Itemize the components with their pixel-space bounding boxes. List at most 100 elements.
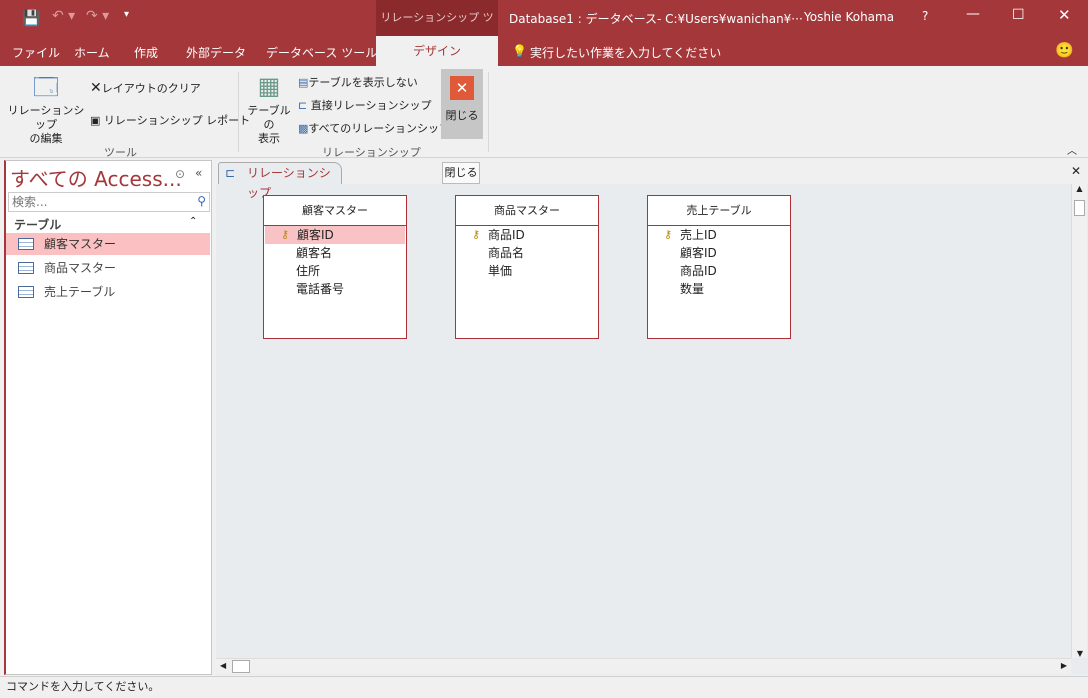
horizontal-scrollbar[interactable]: ◀ ▶	[216, 658, 1071, 674]
divider	[488, 72, 489, 152]
search-input[interactable]	[9, 193, 185, 211]
hide-table-label: テーブルを表示しない	[308, 76, 418, 89]
divider	[238, 72, 239, 152]
field-name: 商品ID	[488, 228, 525, 242]
field-row[interactable]: 商品名	[456, 244, 598, 262]
navigation-pane: すべての Access... ⊙ « ⚲ テーブル ⌃ 顧客マスター 商品マスタ…	[4, 160, 212, 675]
tab-design[interactable]: デザイン	[376, 36, 498, 66]
smiley-icon[interactable]: 🙂	[1055, 41, 1074, 59]
field-row[interactable]: 顧客名	[264, 244, 406, 262]
clear-layout-button[interactable]: ✕レイアウトのクリア	[90, 80, 201, 96]
all-relationships-icon: ▩	[298, 122, 309, 135]
field-name: 住所	[296, 264, 321, 278]
table-card-product-master[interactable]: 商品マスター ⚷ 商品ID 商品名 単価	[455, 195, 599, 339]
save-icon[interactable]: 💾	[22, 9, 41, 27]
edit-relationships-button[interactable]: 🗔 リレーションシップ の編集	[6, 70, 86, 146]
show-table-icon: ▦	[257, 72, 281, 100]
edit-relationships-label: リレーションシップ の編集	[7, 104, 85, 145]
close-icon: ✕	[450, 76, 474, 100]
table-icon	[18, 262, 34, 274]
nav-item-label: 売上テーブル	[44, 285, 116, 299]
customize-qat-icon[interactable]: ▾	[124, 9, 129, 20]
tab-home[interactable]: ホーム	[74, 44, 110, 61]
vertical-scrollbar[interactable]: ▲ ▼	[1071, 184, 1087, 658]
context-tab-header: リレーションシップ ツール	[376, 0, 498, 60]
undo-icon[interactable]: ↶ ▾	[52, 8, 75, 24]
close-label: 閉じる	[445, 109, 479, 122]
field-row[interactable]: 電話番号	[264, 280, 406, 298]
collapse-ribbon-icon[interactable]: ︿	[1067, 142, 1077, 157]
group-label-relationships: リレーションシップ	[322, 146, 421, 159]
all-relationships-button[interactable]: ▩すべてのリレーションシップ	[298, 120, 450, 136]
relationships-icon: ⊏	[225, 166, 236, 180]
field-row[interactable]: 顧客ID	[648, 244, 790, 262]
field-row[interactable]: 数量	[648, 280, 790, 298]
nav-section-tables[interactable]: テーブル	[14, 216, 61, 233]
nav-item-product-master[interactable]: 商品マスター	[6, 257, 210, 279]
field-name: 顧客ID	[680, 246, 717, 260]
field-row[interactable]: ⚷ 商品ID	[456, 226, 598, 244]
redo-icon[interactable]: ↷ ▾	[86, 8, 109, 24]
search-icon[interactable]: ⚲	[197, 194, 206, 208]
collapse-nav-icon[interactable]: «	[195, 166, 202, 180]
field-row[interactable]: 商品ID	[648, 262, 790, 280]
search-box: ⚲	[8, 192, 210, 212]
ribbon-tabs: ファイル ホーム 作成 外部データ データベース ツール 💡 実行したい作業を入…	[0, 36, 1088, 66]
close-window-button[interactable]: ✕	[1058, 6, 1071, 24]
nav-item-label: 商品マスター	[44, 261, 117, 275]
tell-me-input[interactable]: 実行したい作業を入力してください	[530, 44, 721, 61]
collapse-section-icon[interactable]: ⌃	[189, 216, 197, 227]
field-row[interactable]: ⚷ 売上ID	[648, 226, 790, 244]
table-card-title: 売上テーブル	[648, 196, 790, 226]
group-label-tools: ツール	[104, 146, 137, 159]
tab-relationships[interactable]: ⊏ リレーションシップ	[218, 162, 342, 200]
tab-database-tools[interactable]: データベース ツール	[266, 44, 377, 61]
relationship-report-button[interactable]: ▣ リレーションシップ レポート	[90, 112, 250, 128]
field-row[interactable]: 単価	[456, 262, 598, 280]
all-relationships-label: すべてのリレーションシップ	[308, 122, 450, 135]
scroll-up-icon[interactable]: ▲	[1072, 184, 1087, 200]
direct-relationships-icon: ⊏	[298, 99, 308, 112]
tab-external-data[interactable]: 外部データ	[186, 44, 246, 61]
x-icon: ✕	[90, 80, 102, 96]
nav-item-customer-master[interactable]: 顧客マスター	[6, 233, 210, 255]
field-row[interactable]: 住所	[264, 262, 406, 280]
table-card-customer-master[interactable]: 顧客マスター ⚷ 顧客ID 顧客名 住所 電話番号	[263, 195, 407, 339]
clear-layout-label: レイアウトのクリア	[101, 82, 201, 95]
field-name: 顧客名	[296, 246, 333, 260]
table-card-title: 商品マスター	[456, 196, 598, 226]
scroll-left-icon[interactable]: ◀	[220, 661, 226, 670]
minimize-button[interactable]: —	[966, 6, 980, 22]
tab-create[interactable]: 作成	[134, 44, 158, 61]
direct-relationships-button[interactable]: ⊏ 直接リレーションシップ	[298, 97, 432, 113]
show-table-button[interactable]: ▦ テーブルの 表示	[242, 72, 296, 146]
tab-file[interactable]: ファイル	[12, 44, 60, 61]
help-button[interactable]: ?	[922, 9, 928, 23]
user-name[interactable]: Yoshie Kohama	[804, 10, 894, 24]
field-name: 顧客ID	[297, 228, 334, 242]
table-icon	[18, 238, 34, 250]
status-bar: コマンドを入力してください。	[0, 676, 1088, 698]
ribbon: 🗔 リレーションシップ の編集 ✕レイアウトのクリア ▣ リレーションシップ レ…	[0, 66, 1088, 159]
nav-item-label: 顧客マスター	[44, 237, 117, 251]
table-card-sales-table[interactable]: 売上テーブル ⚷ 売上ID 顧客ID 商品ID 数量	[647, 195, 791, 339]
nav-item-sales-table[interactable]: 売上テーブル	[6, 281, 210, 303]
nav-menu-icon[interactable]: ⊙	[175, 167, 185, 181]
vertical-scroll-thumb[interactable]	[1074, 200, 1085, 216]
scroll-right-icon[interactable]: ▶	[1061, 661, 1067, 670]
key-icon: ⚷	[664, 228, 673, 241]
close-relationships-button[interactable]: ✕ 閉じる	[441, 69, 483, 139]
maximize-button[interactable]: ☐	[1012, 7, 1025, 23]
horizontal-scroll-thumb[interactable]	[232, 660, 250, 673]
nav-title[interactable]: すべての Access...	[10, 163, 182, 192]
field-row[interactable]: ⚷ 顧客ID	[265, 226, 405, 244]
lightbulb-icon: 💡	[512, 44, 527, 58]
scroll-down-icon[interactable]: ▼	[1072, 649, 1088, 658]
relationship-report-label: リレーションシップ レポート	[103, 114, 251, 127]
close-document-button[interactable]: ✕	[1071, 164, 1081, 178]
key-icon: ⚷	[472, 228, 481, 241]
field-name: 売上ID	[680, 228, 717, 242]
relationships-document: ⊏ リレーションシップ 閉じる ✕ 顧客マスター ⚷ 顧客ID 顧客名 住所 電話番…	[216, 160, 1088, 675]
hide-table-button[interactable]: ▤テーブルを表示しない	[298, 74, 418, 90]
tooltip-close: 閉じる	[442, 162, 480, 184]
